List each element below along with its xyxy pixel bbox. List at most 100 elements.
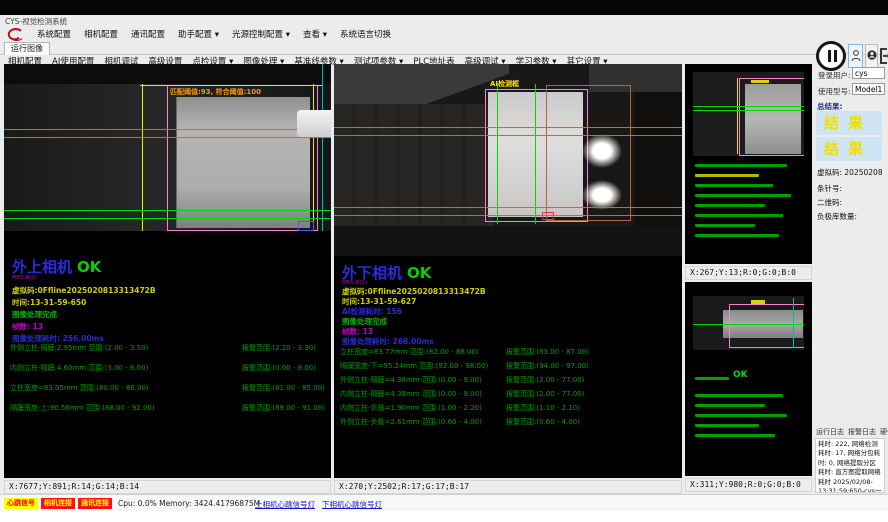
log-text-area[interactable]: 耗时: 222, 网络检测耗时: 17, 网络分包耗时: 0, 网络提取分区耗时… — [815, 438, 885, 493]
pause-button[interactable] — [816, 41, 846, 71]
app-logo-icon — [6, 27, 24, 41]
tab-run-image[interactable]: 运行图像 — [4, 42, 50, 55]
machine-bottom-decoration — [334, 226, 682, 256]
measure-row: 内侧立柱-隔膜=4.38mm 范围:(0.00 - 9.00)报警范围:(2.0… — [340, 389, 682, 399]
measure-line-green-v — [497, 84, 498, 224]
roi-box-pink — [739, 78, 804, 156]
needle-number-label: 条针号: — [817, 183, 842, 194]
roi-box-red-small — [542, 212, 554, 220]
text-line-decoration — [695, 164, 787, 167]
text-line-decoration — [695, 224, 755, 227]
user-filled-icon — [867, 49, 877, 63]
menu-item-camera-config[interactable]: 相机配置 — [84, 28, 118, 40]
text-line-decoration — [695, 434, 775, 437]
title-bar — [0, 0, 888, 15]
left-coordinate-bar: X:7677;Y:891;R:14;G:14;B:14 — [4, 480, 331, 494]
baseline-green — [334, 135, 682, 136]
left-camera-panel: 匹配阈值:93, 符合阈值:100 外上相机OK MES.B(1) 虚拟码:0F… — [4, 64, 331, 478]
glare-spot — [582, 180, 622, 210]
measure-line-yellow — [737, 78, 738, 154]
menu-item-light-control-config[interactable]: 光源控制配置 ▾ — [232, 28, 290, 40]
user-manage-button[interactable] — [865, 44, 878, 68]
measure-row: 外侧立柱-隔膜=4.38mm 范围:(0.00 - 9.00)报警范围:(2.0… — [340, 375, 682, 385]
ai-box-overlay-label: AI检测框 — [490, 79, 519, 89]
time-line: 时间:13-31-59-650 — [12, 297, 86, 308]
center-camera-panel: AI检测框 外下相机OK MES.B(1) 虚拟码:0Ffline2025020… — [334, 64, 682, 478]
login-user-input[interactable] — [852, 67, 885, 79]
baseline-green — [693, 106, 804, 107]
measure-row: 立柱宽度=83.05mm 范围:(80.00 - 86.00)报警范围:(81.… — [10, 383, 331, 393]
measure-line-yellow-right — [313, 84, 314, 231]
text-line-decoration — [695, 204, 765, 207]
label-mark-yellow — [751, 80, 769, 83]
measure-line-yellow-top — [140, 85, 322, 86]
user-login-button[interactable] — [848, 44, 863, 68]
anode-stock-label: 负极库数量: — [817, 211, 857, 222]
threshold-overlay-label: 匹配阈值:93, 符合阈值:100 — [170, 87, 261, 97]
menu-item-view[interactable]: 查看 ▾ — [303, 28, 327, 40]
text-line-decoration — [695, 394, 783, 397]
left-camera-image[interactable]: 匹配阈值:93, 符合阈值:100 — [4, 64, 331, 231]
text-line-decoration — [695, 414, 787, 417]
center-coordinate-bar: X:270;Y:2502;R:17;G:17;B:17 — [334, 480, 682, 494]
heartbeat-status-badge: 心跳信号 — [4, 498, 38, 509]
measure-line-teal — [793, 298, 794, 348]
measure-line-green-v — [535, 84, 536, 224]
log-tab-hardware[interactable]: 硬件日志 — [880, 427, 888, 437]
model-input[interactable] — [852, 83, 885, 95]
measure-row: 外侧立柱-负极=2.61mm 范围:(0.60 - 4.00)报警范围:(0.6… — [340, 417, 682, 427]
measure-row: 隔膜宽度-下=95.24mm 范围:(92.00 - 98.00)报警范围:(9… — [340, 361, 682, 371]
menu-item-language-switch[interactable]: 系统语言切换 — [340, 28, 391, 40]
exit-button[interactable] — [879, 43, 888, 69]
baseline-green — [4, 137, 331, 138]
baseline-green — [334, 127, 682, 128]
login-user-label: 登录用户: — [818, 70, 851, 81]
measure-line-teal — [322, 64, 323, 231]
measure-row: 内侧立柱-负极=1.90mm 范围:(1.00 - 2.20)报警范围:(1.1… — [340, 403, 682, 413]
menu-item-comm-config[interactable]: 通讯配置 — [131, 28, 165, 40]
menu-bar: 系统配置 相机配置 通讯配置 助手配置 ▾ 光源控制配置 ▾ 查看 ▾ 系统语言… — [0, 26, 888, 42]
pause-icon — [828, 50, 831, 62]
machine-top-decoration — [4, 64, 331, 84]
frame-count-line: 帧数: 13 — [12, 321, 43, 332]
camera-name: 外上相机 — [12, 258, 72, 276]
comm-connect-status-badge: 通讯连接 — [78, 498, 112, 509]
text-line-decoration — [695, 174, 759, 177]
process-done-line: 图像处理完成 — [12, 309, 57, 320]
text-line-decoration — [695, 404, 765, 407]
text-line-decoration — [695, 377, 729, 380]
baseline-green — [4, 210, 331, 211]
lower-camera-heartbeat-link[interactable]: 下相机心跳信号灯 — [322, 499, 382, 510]
text-line-decoration — [695, 234, 779, 237]
measure-row: 立柱宽度=83.77mm 范围:(82.00 - 88.00)报警范围:(83.… — [340, 347, 682, 357]
virtual-code-label: 虚拟码: 20250208 — [817, 167, 883, 178]
thumb-top-panel[interactable] — [685, 64, 812, 264]
tab-strip: 运行图像 — [0, 42, 888, 55]
camera-result-title: 外上相机OK — [12, 256, 101, 277]
user-icon — [851, 49, 861, 63]
measure-row: 外侧立柱-隔膜:2.95mm 范围:(2.00 - 3.50)报警范围:(2.2… — [10, 343, 331, 353]
baseline-green — [4, 218, 331, 219]
log-tab-run[interactable]: 运行日志 — [816, 427, 844, 437]
virtual-code-line: 虚拟码:0Ffline2025020813313472B — [12, 285, 156, 296]
result-box-1: 结果 — [816, 111, 882, 135]
text-line-decoration — [695, 194, 791, 197]
baseline-green — [4, 129, 331, 130]
app-window: CYS-视觉检测系统 系统配置 相机配置 通讯配置 助手配置 ▾ 光源控制配置 … — [0, 0, 888, 522]
menu-item-assistant-config[interactable]: 助手配置 ▾ — [178, 28, 219, 40]
thumb-bottom-panel[interactable]: OK — [685, 282, 812, 476]
upper-camera-heartbeat-link[interactable]: 上相机心跳信号灯 — [255, 499, 315, 510]
baseline-green — [334, 215, 682, 216]
measure-row: 隔膜宽度-上:90.56mm 范围:(88.00 - 92.00)报警范围:(8… — [10, 403, 331, 413]
result-ok-badge: OK — [407, 264, 431, 282]
menu-item-system-config[interactable]: 系统配置 — [37, 28, 71, 40]
center-camera-image[interactable]: AI检测框 — [334, 64, 682, 256]
log-text: 耗时: 222, 网络检测耗时: 17, 网络分包耗时: 0, 网络提取分区耗时… — [818, 440, 881, 493]
thumb-bottom-image — [693, 296, 804, 350]
camera-connect-status-badge: 相机连接 — [41, 498, 75, 509]
measure-row: 内侧立柱-隔膜:4.60mm 范围:(3.00 - 6.00)报警范围:(0.0… — [10, 363, 331, 373]
model-label: 使用型号: — [818, 86, 851, 97]
log-tab-alarm[interactable]: 报警日志 — [848, 427, 876, 437]
roi-box-blue-small — [298, 221, 314, 231]
baseline-green — [693, 110, 804, 111]
